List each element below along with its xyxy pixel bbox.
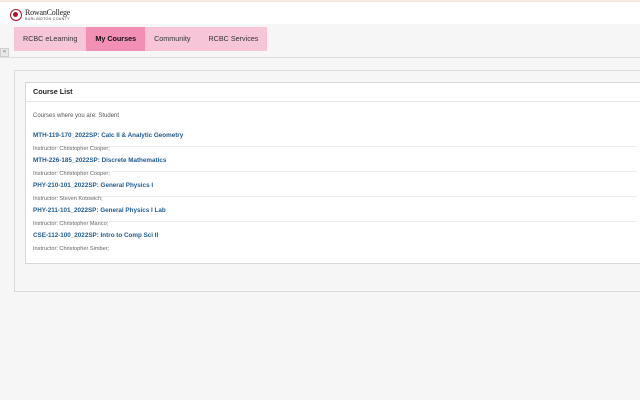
main-nav: RCBC eLearning My Courses Community RCBC… [14,27,268,51]
header-divider [0,57,640,58]
nav-item-rcbc-elearning[interactable]: RCBC eLearning [14,27,87,51]
course-item: PHY-210-101_2022SP: General Physics I In… [33,172,637,202]
nav-item-my-courses[interactable]: My Courses [86,27,146,51]
college-seal-icon [10,9,22,21]
collapse-sidebar-icon[interactable]: « [0,48,9,57]
role-intro-text: Courses where you are: Student [33,113,120,119]
course-list-panel: Course List Courses where you are: Stude… [25,82,640,264]
nav-item-community[interactable]: Community [145,27,200,51]
nav-item-rcbc-services[interactable]: RCBC Services [199,27,268,51]
course-link[interactable]: PHY-211-101_2022SP: General Physics I La… [33,206,166,216]
course-instructor: Instructor: Christopher Simber; [33,246,110,252]
course-item: CSE-112-100_2022SP: Intro to Comp Sci II… [33,222,637,252]
logo-subtitle: BURLINGTON COUNTY [25,16,70,21]
logo-name: RowanCollege [25,7,71,17]
course-item: MTH-226-185_2022SP: Discrete Mathematics… [33,147,637,177]
panel-title: Course List [26,83,640,102]
course-link[interactable]: MTH-226-185_2022SP: Discrete Mathematics [33,156,166,166]
course-item: PHY-211-101_2022SP: General Physics I La… [33,197,637,227]
college-logo[interactable]: RowanCollege BURLINGTON COUNTY [10,7,70,23]
course-link[interactable]: CSE-112-100_2022SP: Intro to Comp Sci II [33,231,158,241]
course-item: MTH-119-170_2022SP: Calc II & Analytic G… [33,122,637,152]
site-header: RowanCollege BURLINGTON COUNTY [0,2,640,24]
course-link[interactable]: MTH-119-170_2022SP: Calc II & Analytic G… [33,131,183,141]
course-link[interactable]: PHY-210-101_2022SP: General Physics I [33,181,153,191]
